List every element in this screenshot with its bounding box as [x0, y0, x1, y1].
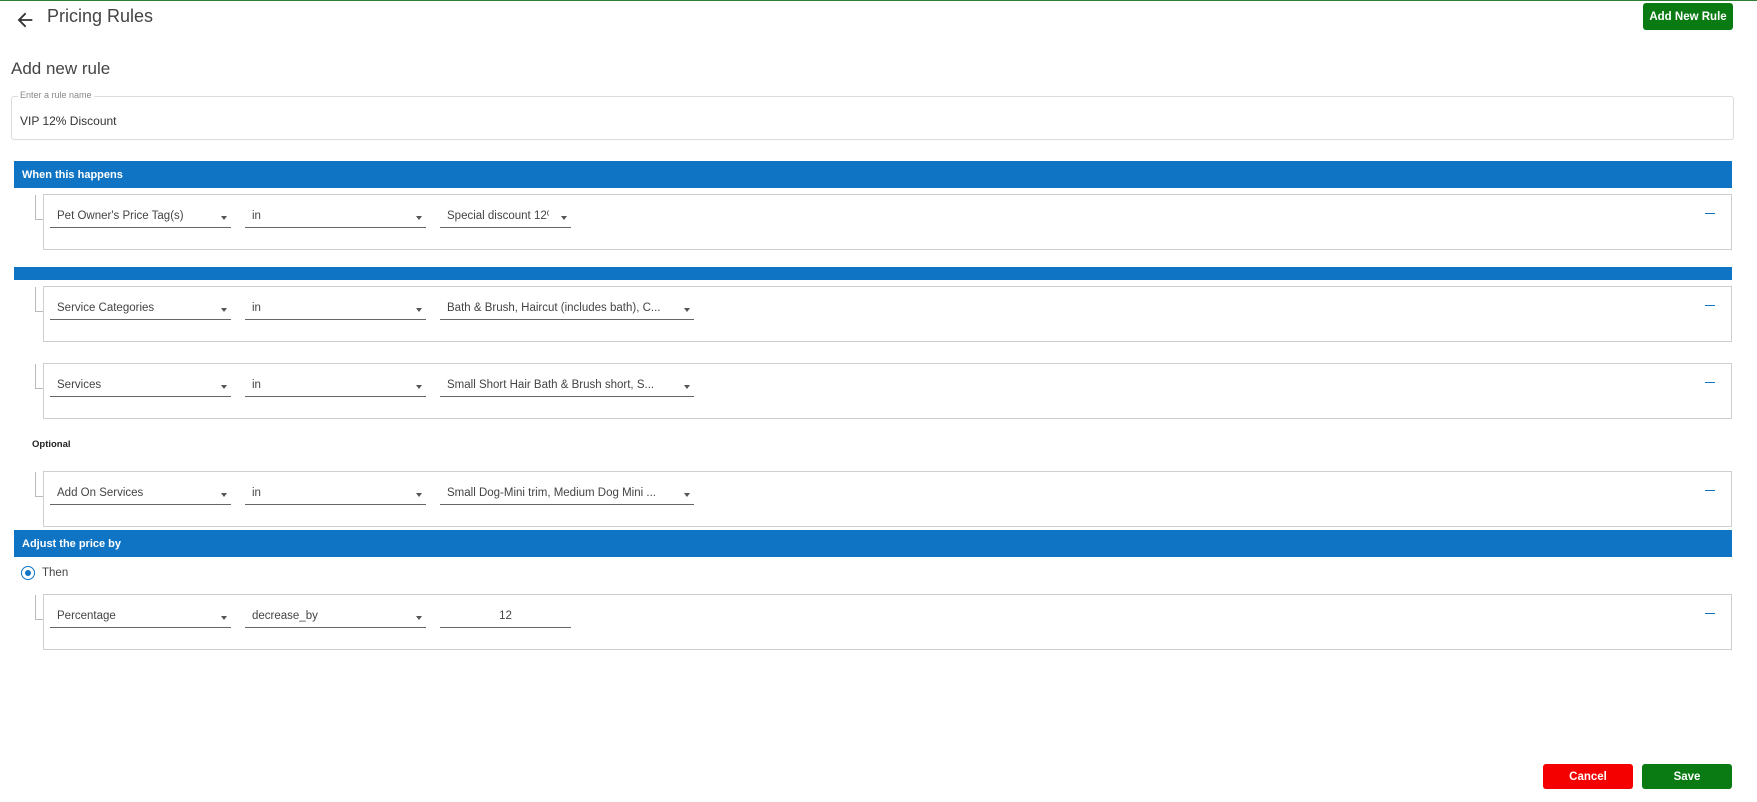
then-radio[interactable]	[21, 566, 35, 580]
condition-operator-select[interactable]: in	[245, 377, 426, 397]
condition-row-services: Services in Small Short Hair Bath & Brus…	[43, 363, 1732, 419]
select-value: Percentage	[57, 610, 116, 622]
condition-operator-select[interactable]: in	[245, 208, 426, 228]
select-value: Add On Services	[57, 487, 144, 499]
rule-name-label: Enter a rule name	[18, 90, 94, 100]
condition-field-select[interactable]: Pet Owner's Price Tag(s)	[50, 208, 231, 228]
optional-label: Optional	[32, 439, 71, 450]
adjust-section-title: Adjust the price by	[22, 537, 122, 550]
remove-condition-icon[interactable]	[1705, 203, 1717, 217]
select-value: in	[252, 379, 261, 391]
action-row: Percentage decrease_by 12	[43, 594, 1732, 650]
select-value: in	[252, 210, 261, 222]
select-value: decrease_by	[252, 610, 318, 622]
condition-field-select[interactable]: Service Categories	[50, 300, 231, 320]
condition-field-select[interactable]: Add On Services	[50, 485, 231, 505]
adjust-section-header: Adjust the price by	[14, 530, 1732, 557]
select-value: Small Short Hair Bath & Brush short, S..…	[447, 379, 655, 391]
chevron-down-icon	[561, 216, 567, 220]
condition-bracket	[35, 195, 43, 220]
condition-value-select[interactable]: Small Dog-Mini trim, Medium Dog Mini ...	[440, 485, 694, 505]
back-arrow-icon[interactable]	[14, 9, 36, 31]
remove-condition-icon[interactable]	[1705, 295, 1717, 309]
condition-value-select[interactable]: Special discount 12%	[440, 208, 571, 228]
action-operator-select[interactable]: decrease_by	[245, 608, 426, 628]
condition-operator-select[interactable]: in	[245, 300, 426, 320]
when-section-title: When this happens	[22, 168, 123, 181]
select-value: Small Dog-Mini trim, Medium Dog Mini ...	[447, 487, 656, 499]
chevron-down-icon	[416, 616, 422, 620]
chevron-down-icon	[416, 493, 422, 497]
save-button[interactable]: Save	[1642, 764, 1732, 789]
select-value: Services	[57, 379, 102, 391]
chevron-down-icon	[684, 493, 690, 497]
when-section-header: When this happens	[14, 161, 1732, 188]
action-type-select[interactable]: Percentage	[50, 608, 231, 628]
form-heading: Add new rule	[11, 59, 111, 78]
select-value: Special discount 12%	[447, 210, 549, 222]
chevron-down-icon	[684, 308, 690, 312]
condition-row-service-categories: Service Categories in Bath & Brush, Hair…	[43, 286, 1732, 342]
chevron-down-icon	[684, 385, 690, 389]
chevron-down-icon	[221, 616, 227, 620]
chevron-down-icon	[416, 216, 422, 220]
chevron-down-icon	[221, 308, 227, 312]
rule-name-field: Enter a rule name	[11, 90, 1734, 140]
action-amount-input[interactable]: 12	[440, 608, 571, 628]
select-value: Bath & Brush, Haircut (includes bath), C…	[447, 302, 661, 314]
cancel-button[interactable]: Cancel	[1543, 764, 1633, 789]
select-value: in	[252, 302, 261, 314]
condition-bracket	[35, 472, 43, 497]
condition-value-select[interactable]: Bath & Brush, Haircut (includes bath), C…	[440, 300, 694, 320]
condition-row-add-on-services: Add On Services in Small Dog-Mini trim, …	[43, 471, 1732, 527]
remove-action-icon[interactable]	[1705, 603, 1717, 617]
chevron-down-icon	[221, 216, 227, 220]
chevron-down-icon	[221, 493, 227, 497]
chevron-down-icon	[416, 385, 422, 389]
rule-name-input[interactable]	[20, 114, 620, 128]
select-value: in	[252, 487, 261, 499]
condition-operator-select[interactable]: in	[245, 485, 426, 505]
page-title: Pricing Rules	[47, 6, 154, 26]
chevron-down-icon	[416, 308, 422, 312]
select-value: Service Categories	[57, 302, 155, 314]
condition-bracket	[35, 364, 43, 389]
action-bracket	[35, 595, 43, 620]
condition-bracket	[35, 287, 43, 312]
condition-field-select[interactable]: Services	[50, 377, 231, 397]
remove-condition-icon[interactable]	[1705, 372, 1717, 386]
add-new-rule-button[interactable]: Add New Rule	[1643, 3, 1733, 30]
select-value: Pet Owner's Price Tag(s)	[57, 210, 184, 222]
condition-value-select[interactable]: Small Short Hair Bath & Brush short, S..…	[440, 377, 694, 397]
remove-condition-icon[interactable]	[1705, 480, 1717, 494]
condition-row-price-tag: Pet Owner's Price Tag(s) in Special disc…	[43, 194, 1732, 250]
and-section-divider	[14, 267, 1732, 280]
then-radio-label: Then	[42, 567, 69, 579]
chevron-down-icon	[221, 385, 227, 389]
